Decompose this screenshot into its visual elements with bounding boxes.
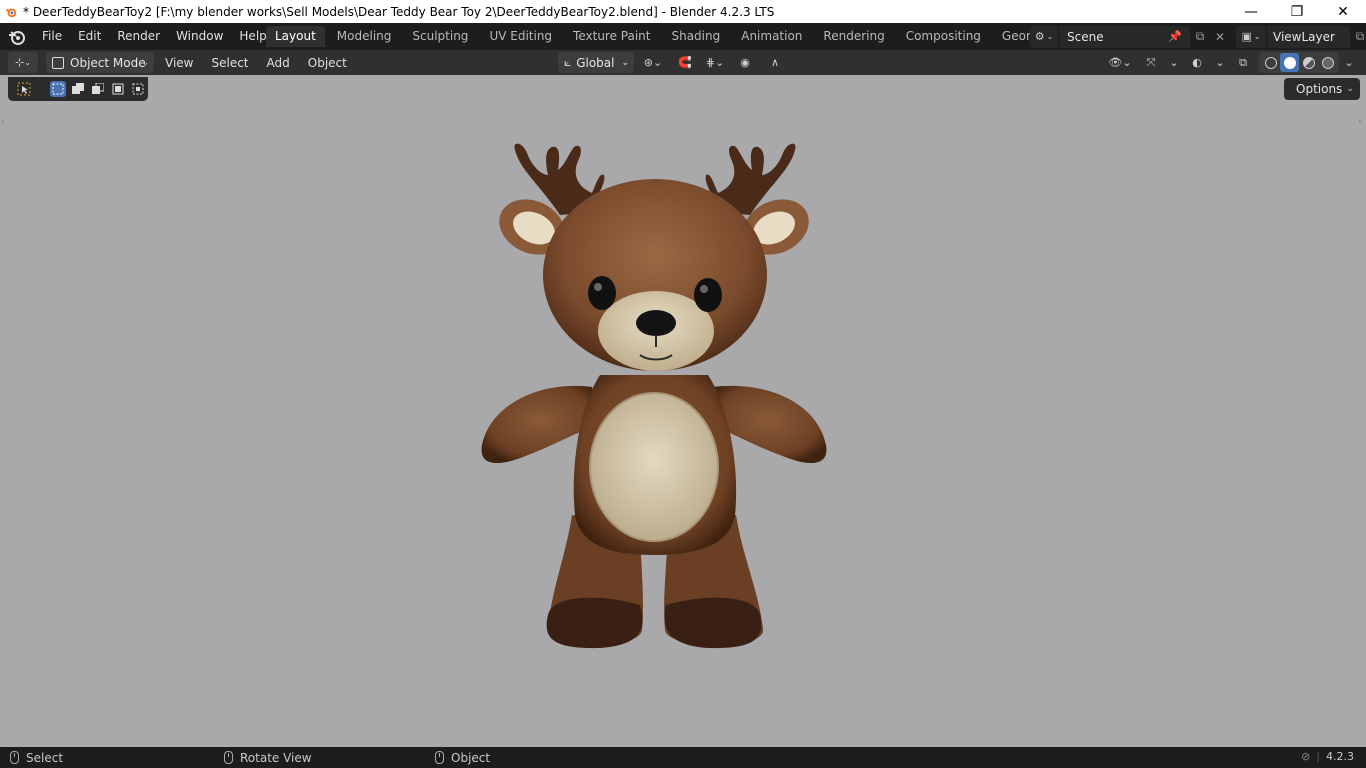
minimize-button[interactable]: —: [1228, 0, 1274, 23]
viewlayer-browse-button[interactable]: ▣ ⌄: [1236, 25, 1266, 48]
viewlayer-name-field[interactable]: ViewLayer: [1266, 25, 1350, 48]
restore-button[interactable]: ❐: [1274, 0, 1320, 23]
falloff-icon[interactable]: ∧: [762, 52, 788, 73]
orientation-label: Global: [576, 55, 615, 70]
chevron-down-icon: ⌄: [621, 57, 629, 68]
menu-render[interactable]: Render: [109, 23, 168, 50]
status-select: Select: [10, 751, 63, 765]
material-shading-icon[interactable]: [1299, 53, 1318, 72]
proportional-edit-icon[interactable]: ◉: [732, 52, 758, 73]
tab-layout[interactable]: Layout: [266, 26, 325, 47]
viewport-header: ⊹ ⌄ Object Mode ⌄ View Select Add Object …: [0, 50, 1366, 75]
blender-topbar: File Edit Render Window Help Layout Mode…: [0, 23, 1366, 50]
viewport-display-tools: 👁⌄ ⤧ ⌄ ◐ ⌄ ⧉ ⌄: [1105, 52, 1356, 73]
delete-scene-icon[interactable]: ✕: [1210, 26, 1230, 48]
status-rotate-view: Rotate View: [224, 751, 312, 765]
tab-compositing[interactable]: Compositing: [897, 26, 990, 47]
status-rotate-label: Rotate View: [240, 750, 312, 765]
chevron-down-icon: ⌄: [1253, 32, 1261, 41]
mouse-left-icon: [10, 751, 19, 764]
gizmo-icon[interactable]: ⤧: [1138, 52, 1164, 73]
menu-view[interactable]: View: [158, 56, 200, 70]
chevron-down-icon[interactable]: ⌄: [1213, 52, 1227, 73]
scene-name: Scene: [1067, 29, 1104, 44]
scene-name-field[interactable]: Scene 📌: [1058, 25, 1190, 48]
pivot-point-icon[interactable]: ⊛⌄: [638, 52, 668, 73]
mouse-middle-icon: [224, 751, 233, 764]
network-off-icon: ⊘: [1301, 750, 1311, 763]
menu-edit[interactable]: Edit: [70, 23, 109, 50]
status-bar: Select Rotate View Object ⊘ | 4.2.3: [0, 747, 1366, 768]
tab-sculpting[interactable]: Sculpting: [403, 26, 477, 47]
visibility-icon[interactable]: 👁⌄: [1105, 52, 1135, 73]
3d-view-icon: ⊹: [15, 56, 25, 69]
snap-target-icon[interactable]: ⋕⌄: [702, 52, 728, 73]
3d-viewport[interactable]: Options ⌄ ‹ ‹: [0, 75, 1366, 747]
new-scene-icon[interactable]: ⧉: [1190, 26, 1210, 48]
xray-icon[interactable]: ⧉: [1230, 52, 1256, 73]
solid-shading-icon[interactable]: [1280, 53, 1299, 72]
snap-toggle-icon[interactable]: 🧲: [672, 52, 698, 73]
menu-add[interactable]: Add: [260, 56, 297, 70]
shading-mode-group: [1259, 52, 1339, 73]
window-title-bar: * DeerTeddyBearToy2 [F:\my blender works…: [0, 0, 1366, 23]
transform-orientation-dropdown[interactable]: ⟀ Global ⌄: [558, 52, 634, 73]
chevron-down-icon: ⌄: [141, 57, 149, 68]
wireframe-sphere-icon: [1264, 56, 1277, 69]
status-select-label: Select: [26, 750, 64, 765]
rendered-sphere-icon: [1321, 56, 1334, 69]
window-title: * DeerTeddyBearToy2 [F:\my blender works…: [23, 4, 775, 19]
chevron-down-icon: ⌄: [24, 58, 31, 67]
menu-window[interactable]: Window: [168, 23, 231, 50]
blender-app-icon: [4, 8, 17, 17]
menu-object[interactable]: Object: [301, 56, 354, 70]
tab-shading[interactable]: Shading: [662, 26, 729, 47]
separator: |: [1316, 750, 1320, 763]
pin-icon[interactable]: 📌: [1168, 30, 1182, 43]
deer-teddy-bear-model[interactable]: [0, 75, 1366, 747]
material-sphere-icon: [1302, 56, 1315, 69]
scene-selector: ⚙⌄ Scene 📌 ⧉ ✕ ▣⌄ ViewLayer ⧉ ✕: [1030, 25, 1366, 48]
blender-logo-icon[interactable]: [8, 28, 26, 46]
status-object-label: Object: [451, 750, 491, 765]
menu-file[interactable]: File: [34, 23, 70, 50]
menu-select[interactable]: Select: [204, 56, 255, 70]
rendered-shading-icon[interactable]: [1318, 53, 1337, 72]
tab-texture-paint[interactable]: Texture Paint: [564, 26, 659, 47]
scene-browse-button[interactable]: ⚙ ⌄: [1030, 25, 1058, 48]
tab-animation[interactable]: Animation: [732, 26, 811, 47]
scene-icon: ⚙: [1034, 30, 1045, 43]
workspace-tabs: Layout Modeling Sculpting UV Editing Tex…: [266, 23, 1115, 50]
mode-label: Object Mode: [70, 55, 146, 70]
mouse-right-icon: [435, 751, 444, 764]
solid-sphere-icon: [1283, 56, 1296, 69]
close-button[interactable]: ✕: [1320, 0, 1366, 23]
editor-type-button[interactable]: ⊹ ⌄: [8, 52, 38, 73]
overlays-icon[interactable]: ◐: [1184, 52, 1210, 73]
version-info: ⊘ | 4.2.3: [1301, 750, 1354, 763]
transform-tools: ⟀ Global ⌄ ⊛⌄ 🧲 ⋕⌄ ◉ ∧: [558, 52, 788, 73]
tab-modeling[interactable]: Modeling: [328, 26, 401, 47]
chevron-down-icon[interactable]: ⌄: [1342, 52, 1356, 73]
orientation-icon: ⟀: [564, 55, 572, 69]
new-viewlayer-icon[interactable]: ⧉: [1350, 26, 1366, 48]
chevron-down-icon[interactable]: ⌄: [1167, 52, 1181, 73]
object-mode-icon: [52, 56, 64, 69]
wireframe-shading-icon[interactable]: [1261, 53, 1280, 72]
status-object: Object: [435, 751, 490, 765]
tab-rendering[interactable]: Rendering: [814, 26, 893, 47]
tab-uv-editing[interactable]: UV Editing: [480, 26, 561, 47]
chevron-down-icon: ⌄: [1046, 32, 1054, 41]
viewlayer-name: ViewLayer: [1273, 29, 1335, 44]
image-icon: ▣: [1241, 30, 1252, 43]
object-mode-dropdown[interactable]: Object Mode ⌄: [46, 52, 154, 73]
version-label: 4.2.3: [1326, 750, 1354, 763]
